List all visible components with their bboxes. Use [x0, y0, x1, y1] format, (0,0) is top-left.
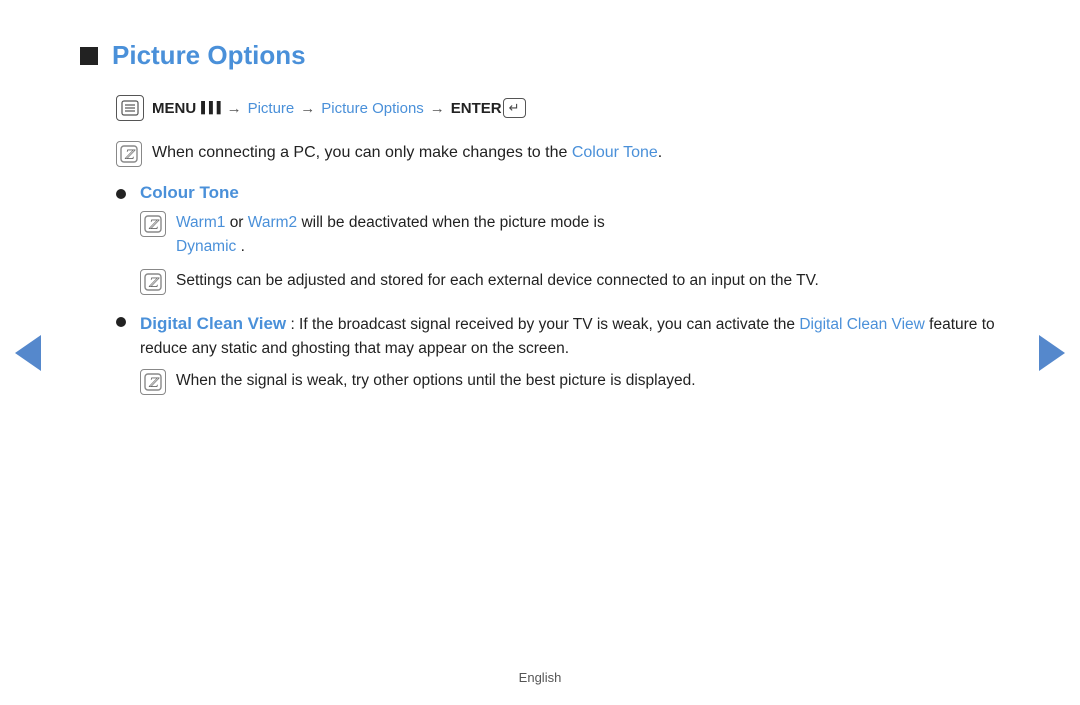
dcv-text: Digital Clean View : If the broadcast si…	[140, 311, 1000, 361]
note-icon-settings: ℤ	[140, 269, 166, 295]
pc-note-row: ℤ When connecting a PC, you can only mak…	[116, 141, 1000, 167]
warm-note-row: ℤ Warm1 or Warm2 will be deactivated whe…	[140, 211, 1000, 259]
page-container: Picture Options MENU ▐▐▐ → Picture → Pic…	[0, 0, 1080, 705]
warm-note-text: Warm1 or Warm2 will be deactivated when …	[176, 211, 605, 259]
note-icon-warm: ℤ	[140, 211, 166, 237]
signal-note-row: ℤ When the signal is weak, try other opt…	[140, 369, 1000, 395]
dcv-prefix: : If the broadcast signal received by yo…	[290, 316, 799, 333]
nav-arrow-left[interactable]	[14, 334, 42, 372]
dcv-sub-notes: ℤ When the signal is weak, try other opt…	[140, 369, 1000, 395]
nav-arrow-right[interactable]	[1038, 334, 1066, 372]
footer-language: English	[519, 670, 562, 685]
dynamic-link[interactable]: Dynamic	[176, 238, 236, 255]
colour-tone-label[interactable]: Colour Tone	[140, 183, 239, 203]
pc-note-prefix: When connecting a PC, you can only make …	[152, 144, 572, 161]
dcv-label[interactable]: Digital Clean View	[140, 314, 286, 333]
menu-arrow-3: →	[430, 100, 445, 117]
colour-tone-bullet-row: Colour Tone	[116, 183, 1000, 203]
footer: English	[0, 670, 1080, 685]
menu-options-link[interactable]: Picture Options	[321, 100, 424, 117]
note-icon-pc: ℤ	[116, 141, 142, 167]
left-arrow-shape	[15, 335, 41, 371]
right-arrow-shape	[1039, 335, 1065, 371]
menu-icon	[116, 95, 144, 121]
menu-path-row: MENU ▐▐▐ → Picture → Picture Options → E…	[116, 95, 1000, 121]
note-icon-signal: ℤ	[140, 369, 166, 395]
warm-or: or	[230, 214, 248, 231]
dcv-inline-link[interactable]: Digital Clean View	[799, 316, 925, 333]
colour-tone-link-inline[interactable]: Colour Tone	[572, 144, 658, 161]
menu-suffix: ▐▐▐	[197, 102, 220, 114]
svg-text:ℤ: ℤ	[124, 147, 136, 162]
page-title: Picture Options	[112, 40, 306, 71]
settings-note-row: ℤ Settings can be adjusted and stored fo…	[140, 269, 1000, 295]
svg-text:ℤ: ℤ	[148, 217, 160, 232]
warm2-link[interactable]: Warm2	[248, 214, 297, 231]
settings-note-text: Settings can be adjusted and stored for …	[176, 269, 819, 293]
colour-tone-sub-notes: ℤ Warm1 or Warm2 will be deactivated whe…	[140, 211, 1000, 295]
title-square-icon	[80, 47, 98, 65]
colour-tone-section: Colour Tone ℤ Warm1 or Warm2 will be dea…	[80, 183, 1000, 295]
enter-icon: ↵	[503, 98, 526, 118]
warm-period: .	[241, 238, 245, 255]
warm1-link[interactable]: Warm1	[176, 214, 225, 231]
enter-label: ENTER	[451, 100, 502, 117]
warm-suffix: will be deactivated when the picture mod…	[301, 214, 604, 231]
svg-text:ℤ: ℤ	[148, 375, 160, 390]
menu-arrow-1: →	[227, 100, 242, 117]
menu-picture-link[interactable]: Picture	[248, 100, 295, 117]
dcv-section: Digital Clean View : If the broadcast si…	[80, 311, 1000, 395]
menu-label: MENU	[152, 100, 196, 117]
pc-note-text: When connecting a PC, you can only make …	[152, 141, 662, 165]
bullet-dot-dcv	[116, 317, 126, 327]
menu-arrow-2: →	[300, 100, 315, 117]
pc-note-suffix: .	[658, 144, 662, 161]
title-row: Picture Options	[80, 40, 1000, 71]
dcv-bullet-row: Digital Clean View : If the broadcast si…	[116, 311, 1000, 361]
signal-note-text: When the signal is weak, try other optio…	[176, 369, 696, 393]
svg-text:ℤ: ℤ	[148, 275, 160, 290]
bullet-dot-colour-tone	[116, 189, 126, 199]
